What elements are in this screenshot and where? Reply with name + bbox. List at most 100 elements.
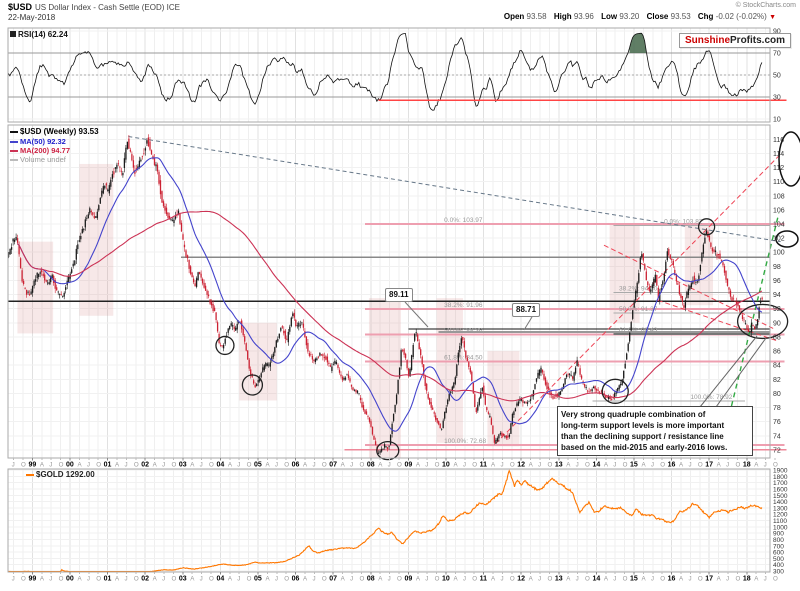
- svg-text:10: 10: [442, 462, 450, 469]
- chart-title: US Dollar Index - Cash Settle (EOD) ICE: [35, 3, 180, 12]
- svg-text:A: A: [491, 462, 496, 469]
- svg-text:11: 11: [480, 462, 488, 469]
- svg-text:J: J: [49, 462, 52, 469]
- svg-text:A: A: [641, 462, 646, 469]
- svg-text:O: O: [21, 462, 26, 469]
- svg-text:110: 110: [773, 179, 784, 186]
- svg-text:74: 74: [773, 433, 781, 440]
- svg-text:J: J: [576, 576, 579, 583]
- svg-text:08: 08: [367, 462, 375, 469]
- svg-text:90: 90: [773, 320, 781, 327]
- ma50-legend: MA(50) 92.32: [10, 137, 66, 146]
- chart-date: 22-May-2018: [8, 13, 55, 22]
- svg-text:J: J: [500, 462, 503, 469]
- svg-text:102: 102: [773, 236, 785, 243]
- svg-text:80: 80: [773, 391, 781, 398]
- svg-text:82: 82: [773, 377, 781, 384]
- price-callout-89-11: 89.11: [385, 288, 413, 302]
- svg-text:13: 13: [555, 462, 563, 469]
- close-value: 93.53: [671, 12, 691, 21]
- svg-text:J: J: [350, 462, 353, 469]
- svg-text:O: O: [322, 462, 327, 469]
- chg-down-arrow-icon: ▼: [769, 14, 776, 21]
- svg-text:10: 10: [773, 117, 781, 124]
- svg-text:76: 76: [773, 419, 781, 426]
- svg-text:72: 72: [773, 447, 781, 454]
- svg-text:O: O: [510, 462, 515, 469]
- indicator-collapse-icon: [10, 31, 16, 37]
- svg-text:A: A: [754, 462, 759, 469]
- svg-text:O: O: [435, 576, 440, 583]
- svg-text:J: J: [576, 462, 579, 469]
- svg-text:J: J: [162, 462, 165, 469]
- price-callout-88-71: 88.71: [512, 303, 540, 317]
- svg-text:A: A: [491, 576, 496, 583]
- analysis-annotation-box: Very strong quadruple combination of lon…: [557, 406, 753, 456]
- svg-text:A: A: [453, 462, 458, 469]
- svg-text:00: 00: [66, 576, 74, 583]
- svg-text:02: 02: [141, 576, 149, 583]
- svg-text:16: 16: [668, 462, 676, 469]
- rsi-legend-text: RSI(14) 62.24: [18, 30, 68, 39]
- usd-legend-text: $USD (Weekly) 93.53: [20, 127, 99, 136]
- svg-text:O: O: [547, 576, 552, 583]
- svg-text:01: 01: [104, 576, 112, 583]
- ma200-legend: MA(200) 94.77: [10, 146, 70, 155]
- ma50-legend-text: MA(50) 92.32: [20, 137, 66, 146]
- sunshineprofits-badge[interactable]: SunshineProfits.com: [679, 33, 791, 48]
- svg-text:O: O: [472, 462, 477, 469]
- svg-text:07: 07: [329, 576, 337, 583]
- ma200-line-icon: [10, 150, 18, 152]
- open-value: 93.58: [527, 12, 547, 21]
- svg-text:A: A: [190, 462, 195, 469]
- svg-text:96: 96: [773, 278, 781, 285]
- svg-text:A: A: [604, 462, 609, 469]
- svg-text:A: A: [754, 576, 759, 583]
- svg-text:J: J: [613, 462, 616, 469]
- svg-text:08: 08: [367, 576, 375, 583]
- brand-secondary-text: Profits.com: [730, 35, 785, 46]
- svg-text:88: 88: [773, 334, 781, 341]
- svg-text:50.0%: 88.36: 50.0%: 88.36: [444, 327, 483, 334]
- svg-text:A: A: [228, 462, 233, 469]
- high-label: High: [554, 12, 572, 21]
- svg-text:O: O: [247, 576, 252, 583]
- svg-text:O: O: [735, 576, 740, 583]
- svg-text:106: 106: [773, 207, 785, 214]
- svg-text:14: 14: [592, 576, 600, 583]
- annotation-line-1: Very strong quadruple combination of: [561, 409, 749, 420]
- svg-text:J: J: [87, 462, 90, 469]
- open-label: Open: [504, 12, 524, 21]
- volume-bars-icon: [10, 159, 18, 161]
- brand-primary-text: Sunshine: [685, 35, 730, 46]
- svg-text:50: 50: [773, 73, 781, 80]
- svg-text:J: J: [764, 462, 767, 469]
- svg-text:01: 01: [104, 462, 112, 469]
- svg-text:99: 99: [28, 462, 36, 469]
- svg-text:0.0%: 103.97: 0.0%: 103.97: [444, 217, 483, 224]
- chg-label: Chg: [698, 12, 714, 21]
- svg-text:A: A: [566, 462, 571, 469]
- svg-text:J: J: [538, 462, 541, 469]
- stockcharts-chart-page: 0.0%: 103.9738.2%: 91.9650.0%: 88.3661.8…: [0, 0, 800, 591]
- svg-text:A: A: [77, 576, 82, 583]
- chart-title-row: $USDUS Dollar Index - Cash Settle (EOD) …: [8, 2, 180, 12]
- svg-text:A: A: [641, 576, 646, 583]
- svg-text:38.2%: 91.96: 38.2%: 91.96: [444, 302, 483, 309]
- svg-text:06: 06: [292, 576, 300, 583]
- svg-text:A: A: [40, 576, 45, 583]
- svg-text:78: 78: [773, 405, 781, 412]
- svg-text:09: 09: [404, 576, 412, 583]
- annotation-line-4: based on the mid-2015 and early-2016 low…: [561, 442, 749, 453]
- svg-text:O: O: [209, 462, 214, 469]
- svg-text:A: A: [153, 462, 158, 469]
- svg-text:O: O: [623, 462, 628, 469]
- gold-line-icon: [26, 474, 34, 476]
- svg-text:J: J: [350, 576, 353, 583]
- svg-text:15: 15: [630, 576, 638, 583]
- svg-text:A: A: [190, 576, 195, 583]
- svg-text:11: 11: [480, 576, 488, 583]
- volume-legend: Volume undef: [10, 155, 66, 164]
- close-label: Close: [647, 12, 669, 21]
- svg-text:J: J: [124, 576, 127, 583]
